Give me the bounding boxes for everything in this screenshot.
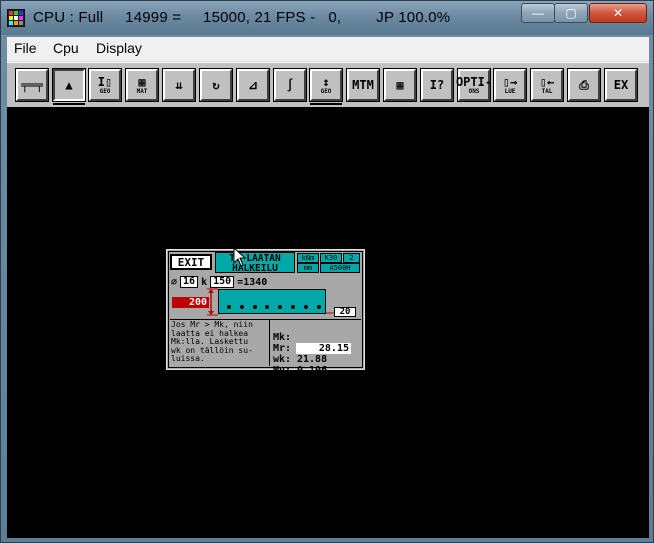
unit-concrete[interactable]: K30	[320, 253, 342, 263]
menu-cpu[interactable]: Cpu	[53, 40, 79, 56]
result-wk: wk: 0.106	[273, 343, 359, 376]
divider	[269, 320, 270, 366]
mouse-cursor-icon	[233, 247, 247, 267]
rebar-dot	[303, 305, 308, 309]
diagram-tool[interactable]: ⊿	[236, 68, 270, 102]
material-tool[interactable]: ▦ MAT	[125, 68, 159, 102]
support-icon: ▲	[65, 78, 73, 92]
results-list: Mk: 28.15 Mr: 21.88 wk: 0.106 Mu: 84.92	[273, 321, 359, 387]
exit-icon: EX	[613, 78, 629, 92]
save-icon: ▯←	[539, 74, 555, 89]
geo-section-icon: I▯	[97, 74, 113, 89]
print-tool[interactable]: ⎙	[567, 68, 601, 102]
title-bar[interactable]: CPU : Full 14999 = 15000, 21 FPS - 0, JP…	[1, 1, 653, 35]
diameter-icon: ⌀	[171, 276, 178, 288]
loads-tool[interactable]: ⇊	[162, 68, 196, 102]
unit-length: mm	[297, 263, 319, 273]
menu-bar: File Cpu Display	[7, 37, 649, 62]
geo-height-tool[interactable]: ↕ GEO	[309, 68, 343, 102]
print-icon: ⎙	[579, 78, 589, 92]
beam-icon: ╤═╤	[21, 78, 43, 92]
unit-force[interactable]: kNm	[297, 253, 319, 263]
close-icon: ✕	[612, 6, 624, 20]
geo-height-icon: ↕	[322, 74, 330, 89]
support-tool[interactable]: ▲	[52, 68, 86, 102]
active-tool-indicator	[310, 103, 342, 105]
read-icon: ▯→	[502, 74, 518, 89]
rebar-dot	[252, 305, 257, 309]
mtm-icon: MTM	[352, 78, 374, 92]
minimize-icon: —	[532, 6, 544, 20]
moment-icon: ↻	[212, 78, 220, 92]
close-button[interactable]: ✕	[589, 3, 647, 23]
rebar-dot	[227, 305, 231, 309]
calculator-tool[interactable]: ▦	[383, 68, 417, 102]
read-tool[interactable]: ▯→ LUE	[493, 68, 527, 102]
cover-field[interactable]: 20	[334, 307, 356, 317]
result-value: 84.92	[297, 376, 328, 387]
options-icon: OPTI-	[455, 74, 493, 89]
info-icon: I?	[429, 78, 445, 92]
rebar-dot	[291, 305, 295, 309]
save-tool[interactable]: ▯← TAL	[530, 68, 564, 102]
unit-count[interactable]: 2	[343, 253, 360, 263]
beam-tool[interactable]: ╤═╤	[15, 68, 49, 102]
spacing-result: =1340	[237, 276, 268, 288]
exit-button[interactable]: EXIT	[170, 254, 212, 270]
result-label: Mu:	[273, 365, 292, 376]
toolbar-button-caption: GEO	[320, 87, 332, 95]
result-mk: Mk: 28.15	[273, 321, 359, 354]
rebar-dot	[316, 305, 321, 309]
spacing-field[interactable]: 150	[210, 276, 235, 288]
menu-display[interactable]: Display	[96, 40, 142, 56]
toolbar: ╤═╤ ▲ I▯ GEO ▦ MAT ⇊ ↻ ⊿ ∫ ↕ GEO MTM ▦ I? OPTI- ONS ▯→ LUE…	[7, 62, 649, 107]
unit-steel[interactable]: A500H	[320, 263, 360, 273]
options-tool[interactable]: OPTI- ONS	[455, 68, 493, 102]
panel-header: TB LAATAN HALKEILU	[215, 252, 295, 273]
geo-section-tool[interactable]: I▯ GEO	[88, 68, 122, 102]
info-note: Jos Mr > Mk, niin laatta ei halkea Mk:ll…	[171, 320, 253, 364]
result-mr: Mr: 21.88	[273, 332, 359, 365]
rebar-dot	[239, 305, 244, 309]
mtm-tool[interactable]: MTM	[346, 68, 380, 102]
bar-diameter-field[interactable]: 16	[180, 276, 199, 288]
toolbar-button-caption: LUE	[504, 87, 516, 95]
moment-tool[interactable]: ↻	[199, 68, 233, 102]
loads-icon: ⇊	[175, 78, 183, 92]
header-line2: HALKEILU	[232, 262, 278, 274]
menu-file[interactable]: File	[14, 40, 37, 56]
toolbar-button-caption: MAT	[136, 87, 148, 95]
exit-tool[interactable]: EX	[604, 68, 638, 102]
window-title: CPU : Full 14999 = 15000, 21 FPS - 0, JP…	[33, 9, 451, 26]
material-icon: ▦	[138, 74, 146, 89]
calculator-icon: ▦	[396, 78, 404, 92]
slab-section	[218, 289, 326, 314]
app-window: CPU : Full 14999 = 15000, 21 FPS - 0, JP…	[0, 0, 654, 543]
rebar-row: ⌀ 16 k 150 =1340	[171, 276, 267, 288]
rebar-dot	[278, 305, 283, 309]
spacing-prefix: k	[201, 276, 208, 288]
info-tool[interactable]: I?	[420, 68, 454, 102]
integral-icon: ∫	[286, 78, 294, 92]
toolbar-button-caption: ONS	[468, 87, 480, 95]
app-icon[interactable]	[7, 9, 25, 27]
minimize-button[interactable]: —	[521, 3, 555, 23]
rebar-dot	[265, 305, 270, 309]
height-field[interactable]: 200	[172, 297, 209, 308]
result-mu: Mu: 84.92	[273, 354, 359, 387]
diagram-icon: ⊿	[247, 78, 259, 92]
integral-tool[interactable]: ∫	[273, 68, 307, 102]
maximize-icon: ▢	[565, 6, 577, 20]
active-tool-indicator	[53, 103, 85, 105]
maximize-button[interactable]: ▢	[554, 3, 588, 23]
toolbar-button-caption: GEO	[99, 87, 111, 95]
crack-calc-panel: EXIT TB LAATAN HALKEILU kNm K30 2 mm A50…	[166, 249, 365, 387]
toolbar-button-caption: TAL	[541, 87, 553, 95]
